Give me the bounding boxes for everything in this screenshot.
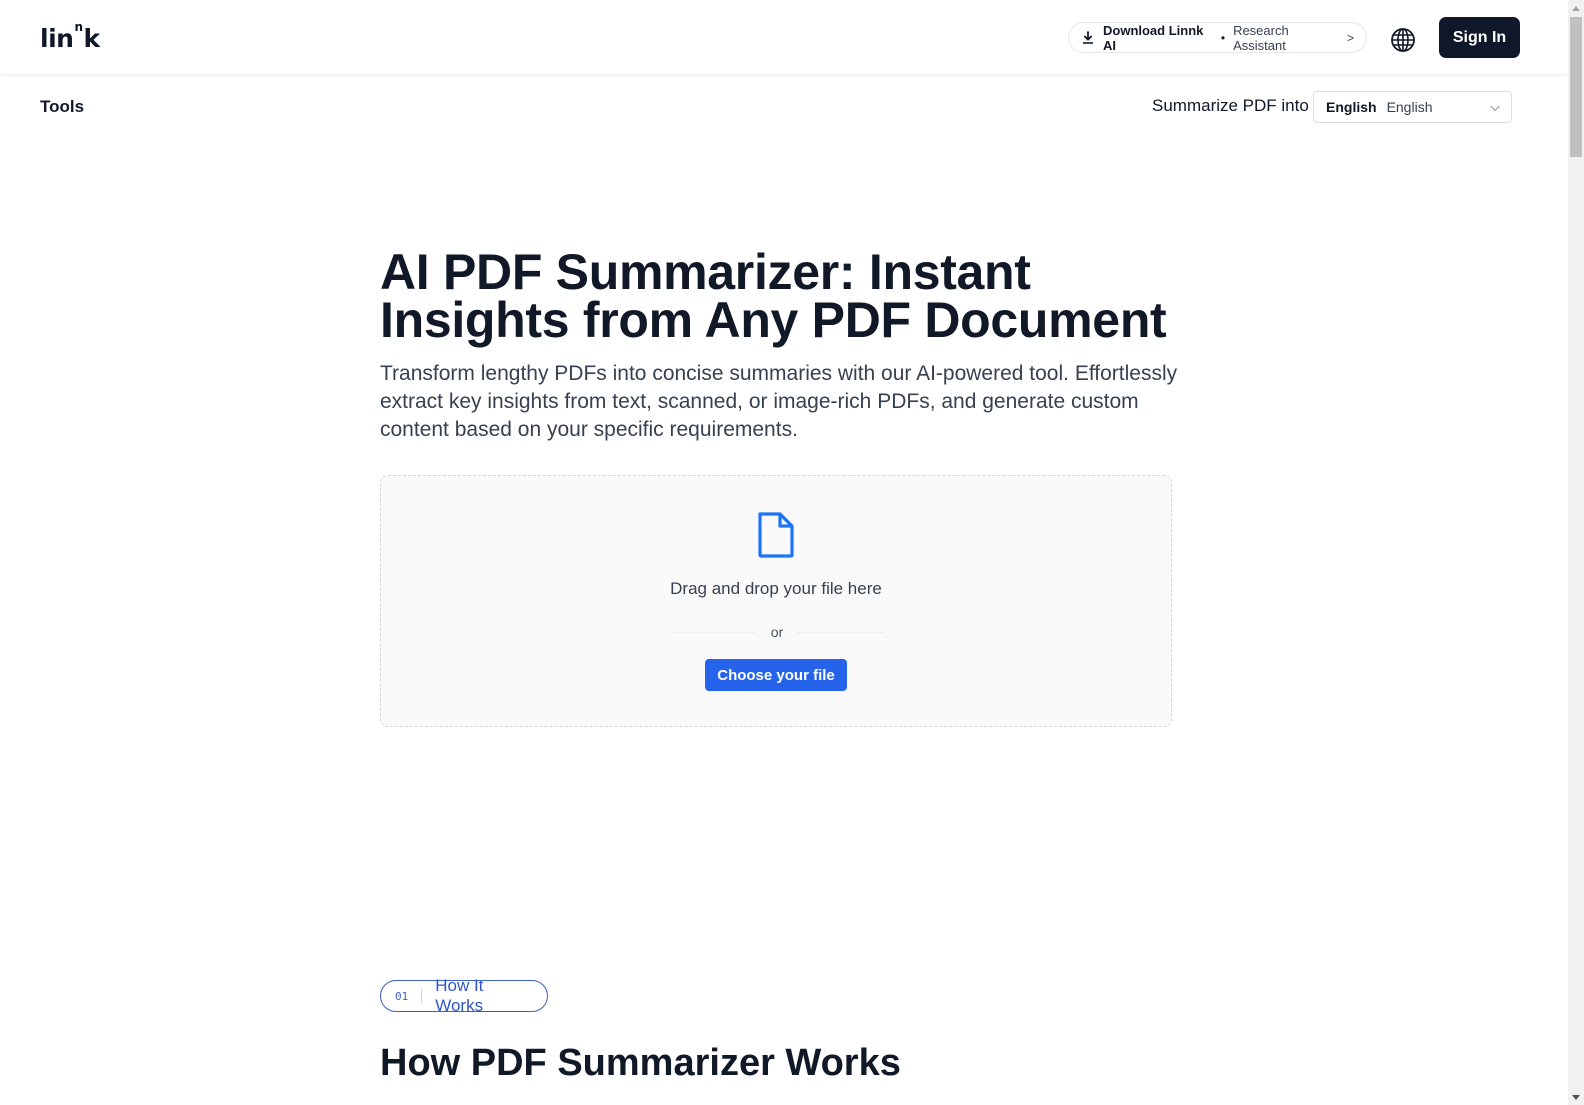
title-line-2: Insights from Any PDF Document <box>380 292 1167 348</box>
language-native-name: English <box>1326 99 1377 115</box>
page-title: AI PDF Summarizer: Instant Insights from… <box>380 247 1200 345</box>
drag-drop-text: Drag and drop your file here <box>670 579 882 598</box>
output-language-select[interactable]: English English <box>1313 91 1512 123</box>
divider-line <box>670 631 757 633</box>
logo-superscript: n <box>74 20 83 34</box>
summarize-into-label: Summarize PDF into <box>1152 96 1309 115</box>
file-dropzone[interactable]: Drag and drop your file here or Choose y… <box>380 475 1172 727</box>
badge-label: How It Works <box>435 976 484 1015</box>
chevron-down-icon <box>1489 101 1501 113</box>
file-icon <box>757 511 795 559</box>
separator-dot: • <box>1220 30 1226 45</box>
sign-in-button[interactable]: Sign In <box>1439 17 1520 58</box>
download-title: Download Linnk AI <box>1103 22 1204 53</box>
or-divider: or <box>670 622 885 642</box>
download-app-button[interactable]: Download Linnk AI • Research Assistant > <box>1068 22 1367 53</box>
download-icon <box>1081 30 1095 45</box>
page: linnk Download Linnk AI • Research Assis… <box>0 0 1568 1105</box>
linnk-logo[interactable]: linnk <box>40 20 100 53</box>
divider-line <box>797 631 885 633</box>
badge-number: 01 <box>395 989 409 1003</box>
scrollbar-thumb[interactable] <box>1570 17 1582 157</box>
scroll-up-arrow-icon[interactable] <box>1568 0 1584 16</box>
tools-menu[interactable]: Tools <box>40 97 84 117</box>
page-subtitle: Transform lengthy PDFs into concise summ… <box>380 362 1178 441</box>
vertical-scrollbar[interactable] <box>1568 0 1584 1105</box>
chevron-right-icon: > <box>1346 30 1354 45</box>
how-it-works-badge: 01 How It Works <box>380 976 548 1015</box>
or-text: or <box>770 624 784 640</box>
top-header: linnk Download Linnk AI • Research Assis… <box>0 0 1568 75</box>
logo-text: lin <box>40 24 74 53</box>
download-subtitle: Research Assistant <box>1233 22 1289 53</box>
scroll-down-arrow-icon[interactable] <box>1568 1089 1584 1105</box>
logo-text-end: k <box>83 24 100 53</box>
section-title: How PDF Summarizer Works <box>380 1042 901 1084</box>
language-name: English <box>1386 99 1433 115</box>
globe-icon[interactable] <box>1390 27 1416 53</box>
badge-separator <box>421 989 423 1003</box>
choose-file-button[interactable]: Choose your file <box>705 659 847 691</box>
